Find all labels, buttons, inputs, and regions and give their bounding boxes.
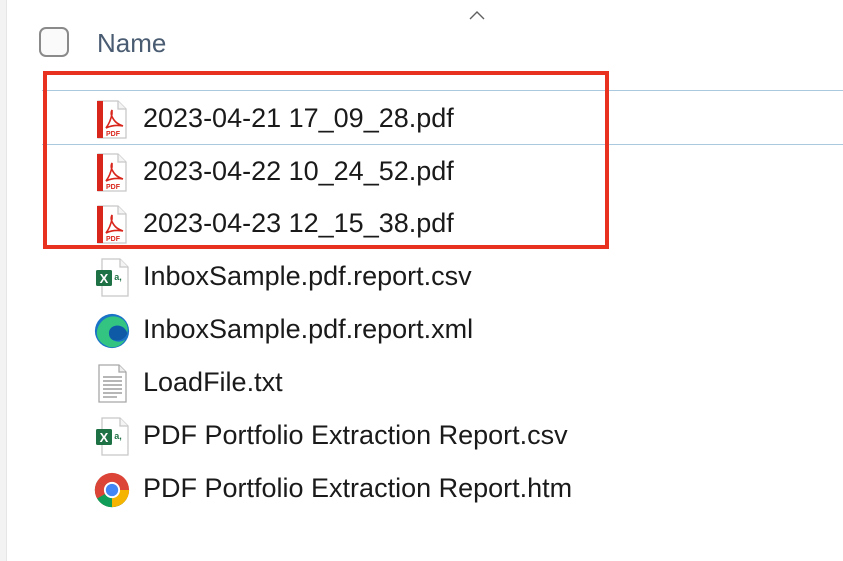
annotation-highlight-box (43, 71, 609, 249)
file-row[interactable]: LoadFile.txt (0, 358, 843, 410)
sort-ascending-icon[interactable] (468, 10, 486, 20)
svg-text:X: X (100, 430, 109, 445)
svg-text:a,: a, (114, 431, 122, 441)
file-row[interactable]: X a, InboxSample.pdf.report.csv (0, 252, 843, 304)
file-row[interactable]: InboxSample.pdf.report.xml (0, 305, 843, 357)
file-name[interactable]: InboxSample.pdf.report.csv (143, 261, 472, 292)
file-row[interactable]: PDF Portfolio Extraction Report.htm (0, 464, 843, 516)
edge-icon (93, 311, 131, 351)
text-file-icon (93, 364, 131, 404)
svg-text:X: X (100, 271, 109, 286)
column-header: Name (0, 22, 843, 66)
svg-text:a,: a, (114, 272, 122, 282)
file-name[interactable]: PDF Portfolio Extraction Report.csv (143, 420, 568, 451)
select-all-checkbox[interactable] (39, 27, 69, 57)
chrome-icon (93, 470, 131, 510)
name-column-header[interactable]: Name (97, 28, 166, 59)
excel-icon: X a, (93, 258, 131, 298)
file-row[interactable]: X a, PDF Portfolio Extraction Report.csv (0, 411, 843, 463)
file-name[interactable]: PDF Portfolio Extraction Report.htm (143, 473, 572, 504)
file-name[interactable]: InboxSample.pdf.report.xml (143, 314, 473, 345)
file-name[interactable]: LoadFile.txt (143, 367, 283, 398)
excel-icon: X a, (93, 417, 131, 457)
